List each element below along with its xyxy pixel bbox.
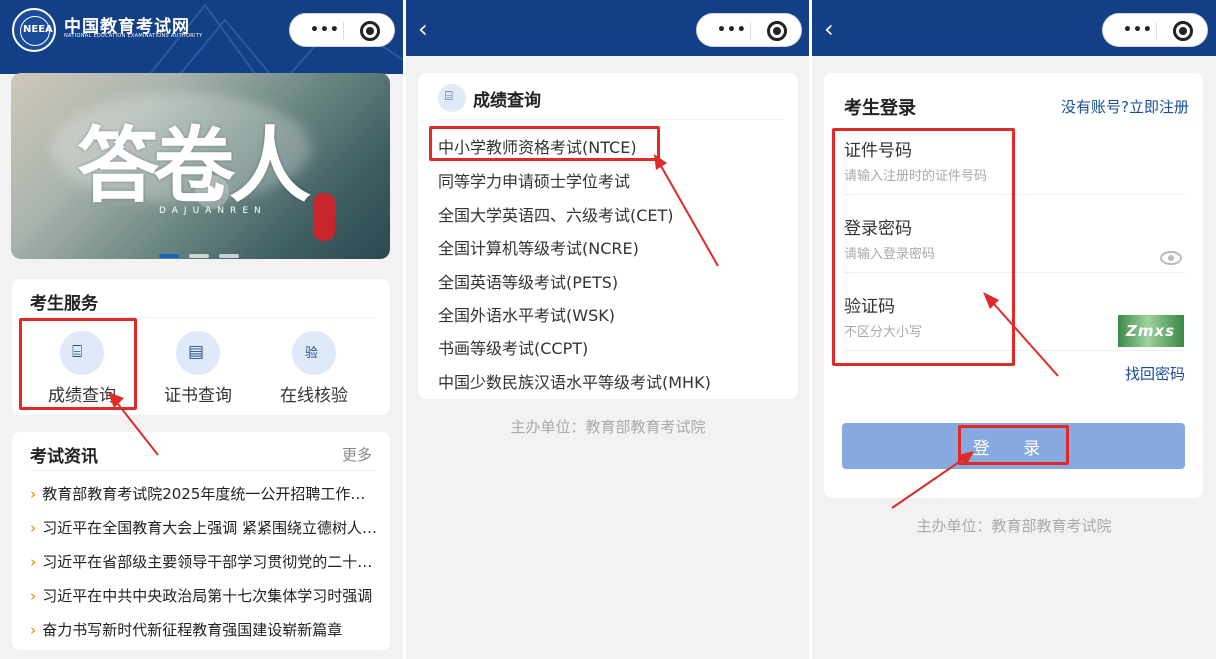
annotation-arrow xyxy=(117,403,159,456)
annotation-arrows xyxy=(108,154,1059,509)
annotation-arrow xyxy=(660,165,719,267)
annotation-arrow xyxy=(891,459,963,509)
annotation-arrow xyxy=(993,303,1059,377)
